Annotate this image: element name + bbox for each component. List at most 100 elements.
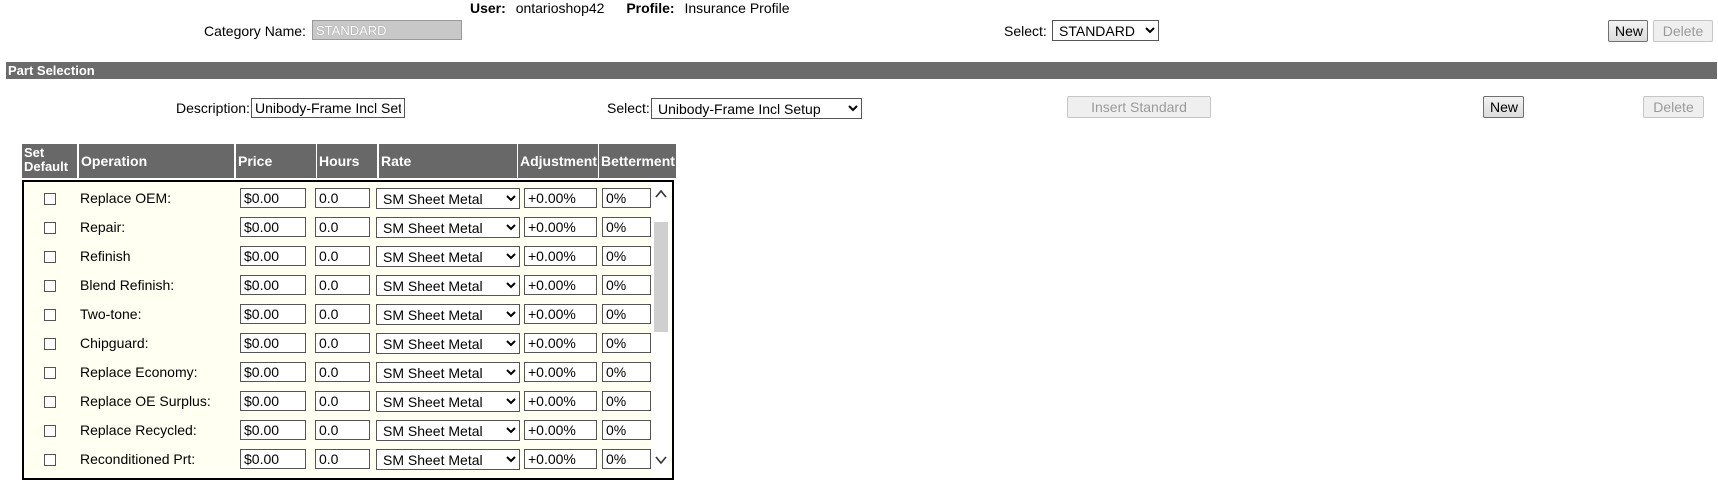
rate-select[interactable]: SM Sheet Metal: [376, 275, 520, 296]
betterment-input[interactable]: [602, 304, 651, 324]
table-row: Replace Economy: SM Sheet Metal: [24, 356, 652, 385]
hours-input[interactable]: [315, 275, 370, 295]
user-label: User:: [470, 0, 506, 16]
adjustment-input[interactable]: [524, 391, 597, 411]
hours-input[interactable]: [315, 217, 370, 237]
betterment-input[interactable]: [602, 246, 651, 266]
price-input[interactable]: [240, 188, 306, 208]
set-default-checkbox[interactable]: [44, 251, 56, 263]
betterment-input[interactable]: [602, 333, 651, 353]
column-header-operation: Operation: [79, 144, 234, 178]
adjustment-input[interactable]: [524, 304, 597, 324]
operation-label: Chipguard:: [80, 335, 149, 351]
price-input[interactable]: [240, 304, 306, 324]
table-row: Two-tone: SM Sheet Metal: [24, 298, 652, 327]
set-default-checkbox[interactable]: [44, 367, 56, 379]
price-input[interactable]: [240, 333, 306, 353]
betterment-input[interactable]: [602, 275, 651, 295]
grid-scrollbar[interactable]: [652, 182, 670, 478]
rate-select[interactable]: SM Sheet Metal: [376, 391, 520, 412]
betterment-input[interactable]: [602, 188, 651, 208]
price-input[interactable]: [240, 420, 306, 440]
price-input[interactable]: [240, 449, 306, 469]
adjustment-input[interactable]: [524, 420, 597, 440]
operations-grid: Replace OEM: SM Sheet Metal Repair: SM Shee…: [22, 180, 674, 480]
hours-input[interactable]: [315, 188, 370, 208]
rate-select[interactable]: SM Sheet Metal: [376, 420, 520, 441]
hours-input[interactable]: [315, 449, 370, 469]
column-header-hours: Hours: [317, 144, 377, 178]
delete-part-button[interactable]: Delete: [1643, 96, 1704, 118]
chevron-down-icon[interactable]: [655, 454, 667, 466]
operation-label: Replace Recycled:: [80, 422, 197, 438]
adjustment-input[interactable]: [524, 333, 597, 353]
category-name-label: Category Name:: [204, 23, 306, 39]
hours-input[interactable]: [315, 304, 370, 324]
profile-label: Profile:: [626, 0, 675, 16]
column-header-set-default: Set Default: [22, 144, 77, 178]
hours-input[interactable]: [315, 420, 370, 440]
hours-input[interactable]: [315, 362, 370, 382]
hours-input[interactable]: [315, 246, 370, 266]
rate-select[interactable]: SM Sheet Metal: [376, 246, 520, 267]
profile-value: Insurance Profile: [684, 0, 790, 16]
adjustment-input[interactable]: [524, 188, 597, 208]
hours-input[interactable]: [315, 333, 370, 353]
table-row: Refinish SM Sheet Metal: [24, 240, 652, 269]
user-profile-line: User: ontarioshop42 Profile: Insurance P…: [470, 0, 790, 16]
set-default-checkbox[interactable]: [44, 193, 56, 205]
table-row: Chipguard: SM Sheet Metal: [24, 327, 652, 356]
set-default-checkbox[interactable]: [44, 280, 56, 292]
new-part-button[interactable]: New: [1483, 96, 1524, 118]
operation-label: Two-tone:: [80, 306, 142, 322]
adjustment-input[interactable]: [524, 217, 597, 237]
operation-label: Refinish: [80, 248, 131, 264]
rate-select[interactable]: SM Sheet Metal: [376, 449, 520, 470]
rate-select[interactable]: SM Sheet Metal: [376, 217, 520, 238]
rate-select[interactable]: SM Sheet Metal: [376, 362, 520, 383]
set-default-checkbox[interactable]: [44, 309, 56, 321]
table-row: Repair: SM Sheet Metal: [24, 211, 652, 240]
betterment-input[interactable]: [602, 391, 651, 411]
rate-select[interactable]: SM Sheet Metal: [376, 304, 520, 325]
set-default-line2: Default: [24, 159, 69, 174]
category-select[interactable]: STANDARD: [1052, 20, 1159, 41]
set-default-checkbox[interactable]: [44, 338, 56, 350]
rate-select[interactable]: SM Sheet Metal: [376, 333, 520, 354]
delete-category-button[interactable]: Delete: [1653, 20, 1713, 42]
price-input[interactable]: [240, 246, 306, 266]
rate-select[interactable]: SM Sheet Metal: [376, 188, 520, 209]
insert-standard-button[interactable]: Insert Standard: [1067, 96, 1211, 118]
betterment-input[interactable]: [602, 362, 651, 382]
set-default-checkbox[interactable]: [44, 425, 56, 437]
table-row: Reconditioned Prt: SM Sheet Metal: [24, 443, 652, 472]
set-default-checkbox[interactable]: [44, 396, 56, 408]
new-category-button[interactable]: New: [1608, 20, 1648, 42]
chevron-up-icon[interactable]: [655, 188, 667, 200]
price-input[interactable]: [240, 217, 306, 237]
hours-input[interactable]: [315, 391, 370, 411]
operation-label: Blend Refinish:: [80, 277, 175, 293]
user-value: ontarioshop42: [515, 0, 605, 16]
set-default-checkbox[interactable]: [44, 454, 56, 466]
price-input[interactable]: [240, 362, 306, 382]
betterment-input[interactable]: [602, 217, 651, 237]
part-select-label: Select:: [607, 100, 650, 116]
adjustment-input[interactable]: [524, 362, 597, 382]
adjustment-input[interactable]: [524, 246, 597, 266]
category-name-input: [312, 20, 462, 40]
set-default-checkbox[interactable]: [44, 222, 56, 234]
operation-label: Replace OE Surplus:: [80, 393, 211, 409]
adjustment-input[interactable]: [524, 275, 597, 295]
description-label: Description:: [176, 100, 250, 116]
scrollbar-thumb[interactable]: [654, 222, 668, 332]
column-header-price: Price: [236, 144, 316, 178]
betterment-input[interactable]: [602, 449, 651, 469]
table-row: Replace OE Surplus: SM Sheet Metal: [24, 385, 652, 414]
price-input[interactable]: [240, 391, 306, 411]
part-select[interactable]: Unibody-Frame Incl Setup: [651, 98, 862, 119]
adjustment-input[interactable]: [524, 449, 597, 469]
description-input[interactable]: [251, 98, 405, 118]
betterment-input[interactable]: [602, 420, 651, 440]
price-input[interactable]: [240, 275, 306, 295]
